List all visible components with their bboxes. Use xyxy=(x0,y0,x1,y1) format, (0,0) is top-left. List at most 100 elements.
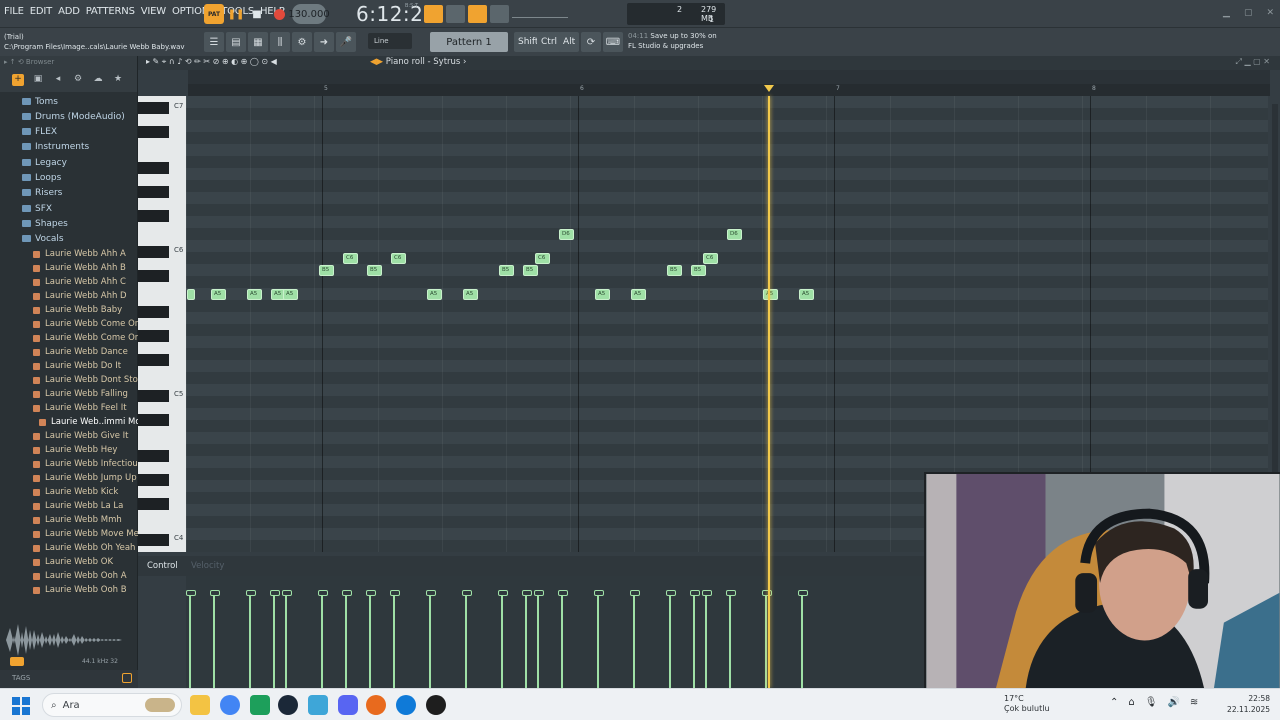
black-key[interactable] xyxy=(138,210,169,222)
browser-file[interactable]: Laurie Webb Ooh B xyxy=(33,583,127,594)
sample-play-icon[interactable] xyxy=(10,657,24,666)
black-key[interactable] xyxy=(138,306,169,318)
browser-file[interactable]: Laurie Webb Feel It xyxy=(33,401,127,415)
black-key[interactable] xyxy=(138,186,169,198)
volume-icon[interactable]: 🔊 xyxy=(1167,697,1179,708)
playhead-marker[interactable] xyxy=(764,85,774,92)
tempo-display[interactable]: 130.000 xyxy=(288,4,330,24)
velocity-bar[interactable] xyxy=(462,590,472,688)
note[interactable]: B5 xyxy=(367,265,382,276)
file-icon[interactable]: ▣ xyxy=(32,74,44,86)
velocity-bar[interactable] xyxy=(726,590,736,688)
velocity-bar[interactable] xyxy=(630,590,640,688)
menu-add[interactable]: ADD xyxy=(58,6,80,17)
note[interactable]: A5 xyxy=(463,289,478,300)
control-label[interactable]: Control xyxy=(147,561,178,571)
browser-file[interactable]: Laurie Webb Ooh A xyxy=(33,569,127,583)
velocity-bar[interactable] xyxy=(282,590,292,688)
mic-icon[interactable]: 🎙 xyxy=(1145,697,1158,708)
browser-file[interactable]: Laurie Webb Move Me xyxy=(33,527,138,541)
browser-file[interactable]: Laurie Webb Come On B xyxy=(33,331,138,345)
note[interactable]: A5 xyxy=(247,289,262,300)
wait-input-icon[interactable] xyxy=(468,5,487,23)
black-key[interactable] xyxy=(138,474,169,486)
velocity-bar[interactable] xyxy=(594,590,604,688)
note[interactable]: A5 xyxy=(283,289,298,300)
note[interactable]: D6 xyxy=(727,229,742,240)
chrome-icon[interactable] xyxy=(220,695,240,715)
note[interactable]: A5 xyxy=(631,289,646,300)
piano-roll-title[interactable]: ◀▶ Piano roll - Sytrus › xyxy=(370,57,466,67)
note[interactable]: B5 xyxy=(319,265,334,276)
browser-file[interactable]: Laurie Webb Ahh A xyxy=(33,247,126,261)
ctrl-modifier[interactable]: Ctrl xyxy=(537,32,562,52)
menu-view[interactable]: VIEW xyxy=(141,6,166,17)
piano-roll-window-controls[interactable]: ⤢ ▁ ▢ ✕ xyxy=(1236,57,1270,67)
note[interactable]: A5 xyxy=(763,289,778,300)
search-icon[interactable] xyxy=(122,673,132,683)
velocity-bar[interactable] xyxy=(534,590,544,688)
velocity-bar[interactable] xyxy=(702,590,712,688)
black-key[interactable] xyxy=(138,498,169,510)
back-icon[interactable]: ◂ xyxy=(52,74,64,86)
maximize-icon[interactable]: ▢ xyxy=(1244,8,1253,18)
black-key[interactable] xyxy=(138,126,169,138)
black-key[interactable] xyxy=(138,390,169,402)
browser-file[interactable]: Laurie Webb Ahh D xyxy=(33,289,127,303)
settings-icon[interactable]: ⚙ xyxy=(72,74,84,86)
taskbar-search[interactable]: ⌕ Ara xyxy=(42,693,182,717)
note[interactable]: C6 xyxy=(343,253,358,264)
stop-button[interactable]: ■ xyxy=(249,4,265,24)
black-key[interactable] xyxy=(138,102,169,114)
tray-arrow-icon[interactable]: ⌃ xyxy=(1110,697,1118,708)
xbox-icon[interactable] xyxy=(250,695,270,715)
note[interactable]: A5 xyxy=(211,289,226,300)
keyboard-icon[interactable]: ⌨ xyxy=(603,32,623,52)
browser-file[interactable]: Laurie Webb Oh Yeah xyxy=(33,541,135,555)
velocity-bar[interactable] xyxy=(690,590,700,688)
browser-folder[interactable]: Instruments xyxy=(22,139,89,154)
black-key[interactable] xyxy=(138,534,169,546)
browser-folder[interactable]: Vocals xyxy=(22,231,64,246)
browser-file[interactable]: Laurie Webb Ahh B xyxy=(33,261,126,275)
browser-file[interactable]: Laurie Webb Infectious xyxy=(33,457,138,471)
browser-file[interactable]: Laurie Webb Baby xyxy=(33,303,122,317)
black-key[interactable] xyxy=(138,450,169,462)
minimize-icon[interactable]: ▁ xyxy=(1223,8,1230,18)
record-button[interactable] xyxy=(271,4,287,24)
step-edit-icon[interactable] xyxy=(446,5,465,23)
browser-file[interactable]: Laurie Webb Dance xyxy=(33,345,128,359)
browser-folder[interactable]: Toms xyxy=(22,94,58,109)
browser-folder[interactable]: Drums (ModeAudio) xyxy=(22,109,125,124)
browser-file[interactable]: Laurie Webb Dont Stop xyxy=(33,373,138,387)
black-key[interactable] xyxy=(138,330,169,342)
note[interactable]: C6 xyxy=(391,253,406,264)
time-ruler[interactable] xyxy=(188,84,1270,96)
black-key[interactable] xyxy=(138,414,169,426)
menu-file[interactable]: FILE xyxy=(4,6,24,17)
velocity-bar[interactable] xyxy=(522,590,532,688)
browser-file[interactable]: Laurie Webb Falling xyxy=(33,387,128,401)
pause-button[interactable]: ❚❚ xyxy=(228,4,245,24)
network-icon[interactable]: ⌂ xyxy=(1128,697,1134,708)
windows-start-icon[interactable] xyxy=(12,697,30,715)
browser-file[interactable]: Laurie Webb Come On A xyxy=(33,317,138,331)
file-explorer-icon[interactable] xyxy=(190,695,210,715)
close-icon[interactable]: ✕ xyxy=(1266,8,1274,18)
browser-file[interactable]: Laurie Webb OK xyxy=(33,555,113,569)
piano-keyboard[interactable]: C7 C6 C5 C4 xyxy=(138,96,186,552)
microphone-icon[interactable]: 🎤 xyxy=(336,32,356,52)
pat-song-toggle[interactable]: PAT xyxy=(204,4,224,24)
wifi-icon[interactable]: ≋ xyxy=(1190,697,1198,708)
discord-icon[interactable] xyxy=(338,695,358,715)
system-tray[interactable]: ⌃ ⌂ 🎙 🔊 ≋ xyxy=(1110,697,1198,708)
alt-modifier[interactable]: Alt xyxy=(559,32,580,52)
menu-edit[interactable]: EDIT xyxy=(30,6,52,17)
velocity-bar[interactable] xyxy=(246,590,256,688)
velocity-bar[interactable] xyxy=(318,590,328,688)
velocity-bar[interactable] xyxy=(366,590,376,688)
velocity-bar[interactable] xyxy=(342,590,352,688)
steam-icon[interactable] xyxy=(278,695,298,715)
weather-widget[interactable]: 17°C Çok bulutlu xyxy=(1004,694,1050,714)
browser-file[interactable]: Laurie Web..immi More xyxy=(39,415,138,429)
